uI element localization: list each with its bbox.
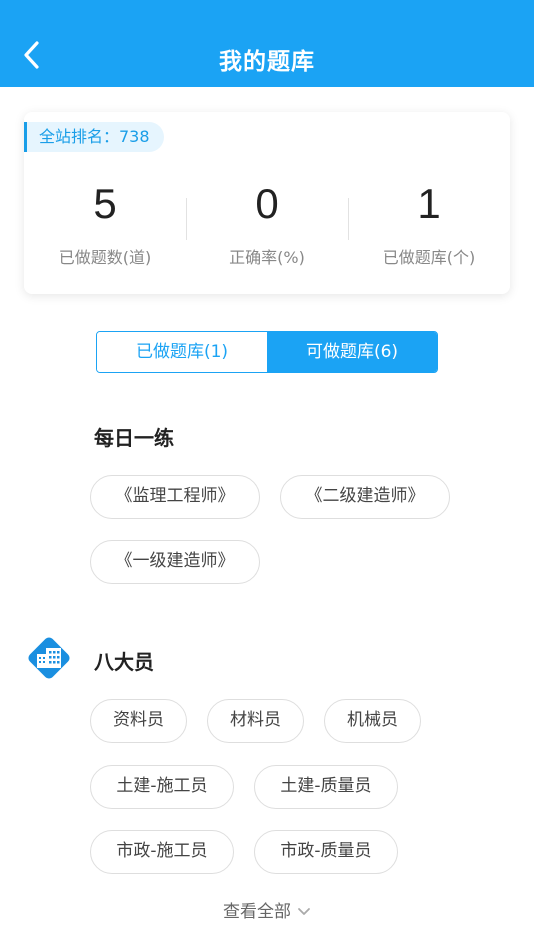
section-title-daily: 每日一练 [94,426,174,450]
stat-done-banks: 1 已做题库(个) [348,180,510,268]
chip-municipal-quality[interactable]: 市政-质量员 [254,830,398,874]
chip-document-clerk[interactable]: 资料员 [90,699,187,743]
chip-daily-supervisor[interactable]: 《监理工程师》 [90,475,260,519]
chip-machinery-clerk[interactable]: 机械员 [324,699,421,743]
chip-civil-constructor[interactable]: 土建-施工员 [90,765,234,809]
page-title: 我的题库 [219,49,315,75]
stat-label: 已做题库(个) [382,248,476,267]
chip-daily-second-constructor[interactable]: 《二级建造师》 [280,475,450,519]
view-all-label: 查看全部 [223,902,291,922]
tab-done-banks[interactable]: 已做题库(1) [97,332,267,372]
chip-municipal-constructor[interactable]: 市政-施工员 [90,830,234,874]
building-icon [28,637,70,679]
stat-accuracy: 0 正确率(%) [186,180,348,268]
chip-civil-quality[interactable]: 土建-质量员 [254,765,398,809]
chip-materials-clerk[interactable]: 材料员 [207,699,304,743]
stat-label: 已做题数(道) [58,248,152,267]
chevron-down-icon [298,908,310,915]
section-title-eight-staff: 八大员 [94,650,154,674]
stat-done-questions: 5 已做题数(道) [24,180,186,268]
stat-value: 5 [93,180,117,227]
stat-value: 0 [255,180,279,227]
stat-label: 正确率(%) [229,248,305,267]
tab-available-banks[interactable]: 可做题库(6) [267,332,437,372]
view-all-link[interactable]: 查看全部 [0,897,534,922]
bank-tabs: 已做题库(1) 可做题库(6) [96,331,438,373]
stat-value: 1 [417,180,441,227]
rank-badge: 全站排名：738 [24,122,164,152]
app-header: 我的题库 [0,0,534,87]
chip-daily-first-constructor[interactable]: 《一级建造师》 [90,540,260,584]
stats-card: 全站排名：738 5 已做题数(道) 0 正确率(%) 1 已做题库(个) [24,112,510,294]
